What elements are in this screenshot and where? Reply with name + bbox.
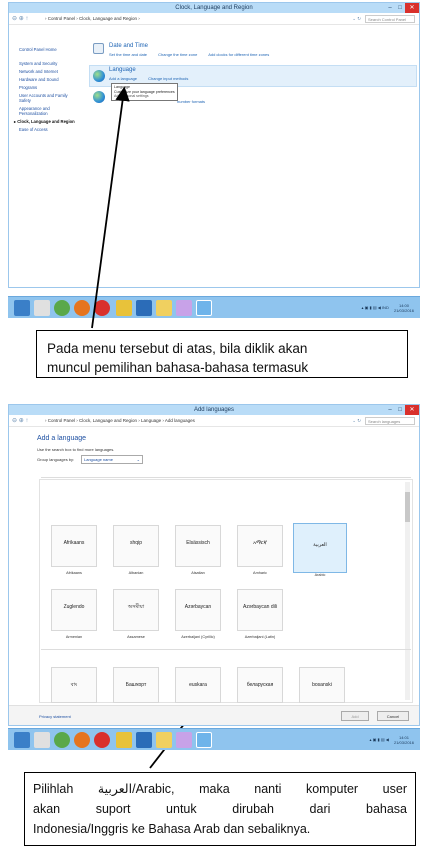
chrome-icon[interactable]	[94, 732, 110, 748]
add-languages-window: Add languages – □ ✕ ⊖ ⊕ ↑ › Control Pane…	[8, 404, 420, 726]
language-name: Alsatian	[191, 571, 205, 575]
clock-date: 21/03/2016	[393, 739, 414, 745]
minimize-button[interactable]: –	[385, 405, 395, 415]
title-bar: Add languages – □ ✕	[9, 405, 419, 415]
store-icon[interactable]	[34, 732, 50, 748]
section-divider	[41, 649, 411, 650]
section-divider	[41, 477, 411, 478]
language-tile-afrikaans[interactable]: Afrikaans	[51, 525, 97, 567]
language-tile-azerbaijani-latin[interactable]: Azərbaycan dili	[237, 589, 283, 631]
chevron-down-icon: ⌄	[136, 457, 140, 462]
language-name: Assamese	[127, 635, 145, 639]
group-label: Group languages by:	[37, 457, 75, 462]
system-tray[interactable]: ▴ ▣ ▮ ▤ ◀ 14:01 21/03/2016	[370, 729, 414, 751]
language-name: Afrikaans	[66, 571, 82, 575]
caption-2-line-2: akan suport untuk dirubah dari bahasa	[33, 802, 407, 816]
caption-box-2: Pilihlah العربية/Arabic, maka nanti komp…	[24, 772, 416, 846]
breadcrumb[interactable]: › Control Panel › Clock, Language and Re…	[45, 415, 195, 427]
paint-icon[interactable]	[116, 732, 132, 748]
word-icon[interactable]	[136, 732, 152, 748]
language-tile-amharic[interactable]: አማርኛ	[237, 525, 283, 567]
language-tile[interactable]: беларуская	[237, 667, 283, 703]
group-by-select[interactable]: Language name ⌄	[81, 455, 143, 464]
file-explorer-icon[interactable]	[14, 732, 30, 748]
close-button[interactable]: ✕	[405, 405, 419, 415]
language-name: Arabic	[314, 573, 326, 577]
page-heading: Add a language	[37, 435, 87, 442]
firefox-icon[interactable]	[74, 732, 90, 748]
language-tile-azerbaijani-cyrillic[interactable]: Azərbaycan	[175, 589, 221, 631]
language-name: Azerbaijani (Cyrillic)	[181, 635, 215, 639]
language-tile-armenian[interactable]: Zuglendo	[51, 589, 97, 631]
add-button[interactable]: Add	[341, 711, 369, 721]
language-name: Azerbaijani (Latin)	[244, 635, 276, 639]
privacy-statement-link[interactable]: Privacy statement	[39, 714, 71, 719]
media-player-icon[interactable]	[54, 732, 70, 748]
scrollbar-thumb[interactable]	[405, 492, 410, 522]
maximize-button[interactable]: □	[395, 405, 405, 415]
arrow-to-language	[91, 86, 130, 329]
refresh-icon[interactable]: ⌄ ↻	[352, 415, 361, 427]
language-tile-albanian[interactable]: shqip	[113, 525, 159, 567]
notes-icon[interactable]	[156, 732, 172, 748]
app-icon[interactable]	[176, 732, 192, 748]
language-tile[interactable]: Башҡорт	[113, 667, 159, 703]
language-tile-alsatian[interactable]: Elsässisch	[175, 525, 221, 567]
language-tile[interactable]: বাং	[51, 667, 97, 703]
back-forward-icon[interactable]: ⊖ ⊕ ↑	[12, 415, 28, 427]
language-name: Amharic	[253, 571, 267, 575]
caption-2-line-1: Pilihlah العربية/Arabic, maka nanti komp…	[33, 782, 407, 796]
language-name: Albanian	[128, 571, 144, 575]
search-hint: Use the search box to find more language…	[37, 447, 115, 452]
address-bar: ⊖ ⊕ ↑ › Control Panel › Clock, Language …	[9, 415, 419, 427]
control-panel-icon[interactable]	[196, 732, 212, 748]
language-tile[interactable]: euskara	[175, 667, 221, 703]
language-name: Armenian	[65, 635, 83, 639]
scrollbar[interactable]	[405, 482, 410, 700]
window-controls: – □ ✕	[385, 405, 419, 415]
search-input[interactable]: Search languages	[365, 417, 415, 425]
cancel-button[interactable]: Cancel	[377, 711, 409, 721]
window-title: Add languages	[193, 407, 235, 413]
caption-2-line-3: Indonesia/Inggris ke Bahasa Arab dan seb…	[33, 822, 311, 836]
language-tile[interactable]: bosanski	[299, 667, 345, 703]
language-tile-arabic[interactable]: العربية	[293, 523, 347, 573]
language-tile-assamese[interactable]: অসমীয়া	[113, 589, 159, 631]
taskbar: ▴ ▣ ▮ ▤ ◀ 14:01 21/03/2016	[8, 728, 420, 750]
